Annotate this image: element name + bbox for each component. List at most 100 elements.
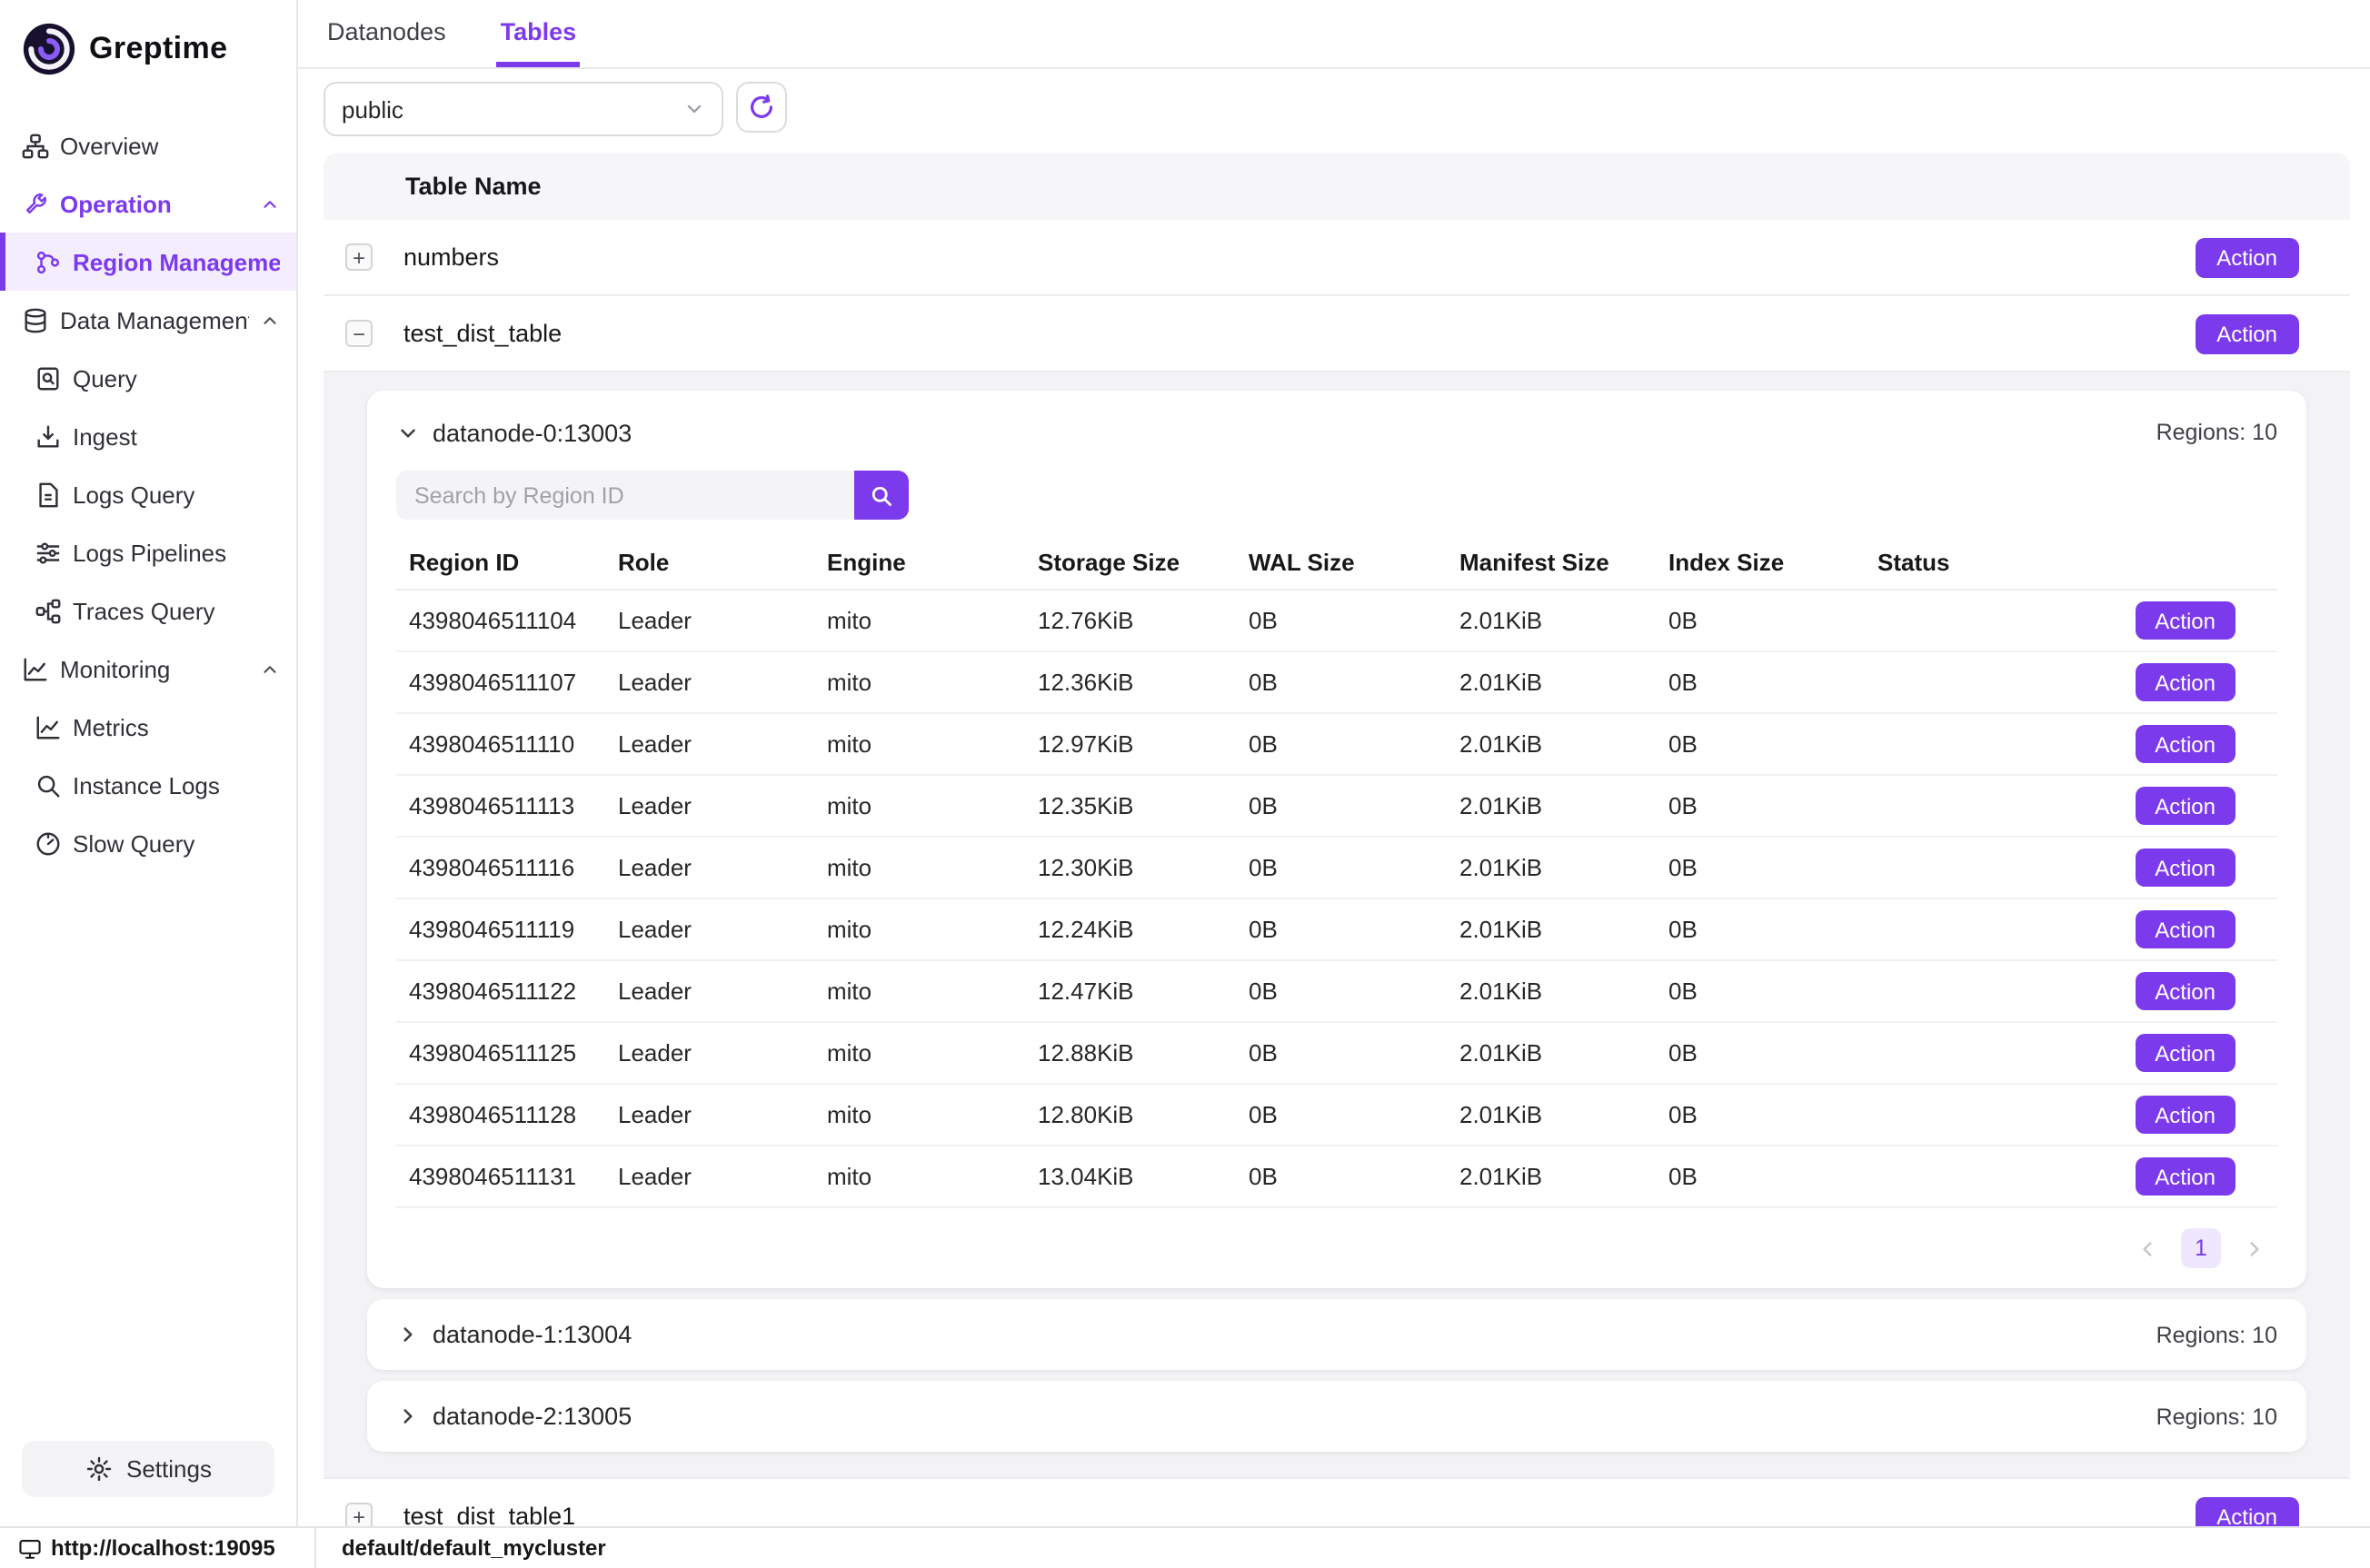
- region-action-button[interactable]: Action: [2135, 663, 2236, 701]
- region-action-button[interactable]: Action: [2135, 972, 2236, 1010]
- role-cell: Leader: [618, 607, 827, 634]
- sidebar-item-region-management[interactable]: Region Management: [0, 233, 296, 291]
- datanode-name: datanode-2:13005: [433, 1403, 632, 1430]
- datanode-name: datanode-1:13004: [433, 1321, 632, 1348]
- storage-size-cell: 12.35KiB: [1038, 792, 1249, 819]
- storage-size-cell: 12.24KiB: [1038, 916, 1249, 943]
- pagination: 1: [396, 1208, 2277, 1288]
- refresh-button[interactable]: [736, 82, 787, 133]
- table-row: + numbers Action: [324, 220, 2350, 296]
- sidebar-item-query[interactable]: Query: [0, 349, 296, 407]
- sidebar-item-instance-logs[interactable]: Instance Logs: [0, 756, 296, 814]
- chevron-right-icon: [396, 1323, 420, 1346]
- manifest-size-cell: 2.01KiB: [1459, 854, 1668, 881]
- sidebar-item-operation[interactable]: Operation: [0, 174, 296, 233]
- pagination-page-1[interactable]: 1: [2181, 1228, 2221, 1268]
- settings-button[interactable]: Settings: [22, 1441, 274, 1497]
- database-select[interactable]: public: [324, 82, 723, 136]
- region-column-header: Region ID: [409, 548, 618, 575]
- region-action-button[interactable]: Action: [2135, 601, 2236, 640]
- region-search-input[interactable]: [396, 471, 854, 520]
- chevron-down-icon: [683, 98, 705, 120]
- role-cell: Leader: [618, 978, 827, 1005]
- datanode-section-2[interactable]: datanode-2:13005 Regions: 10: [367, 1381, 2306, 1452]
- region-action-button[interactable]: Action: [2135, 910, 2236, 948]
- expand-button[interactable]: +: [345, 1503, 373, 1526]
- manifest-size-cell: 2.01KiB: [1459, 1039, 1668, 1067]
- tab-datanodes[interactable]: Datanodes: [324, 0, 450, 67]
- sidebar-item-slow-query[interactable]: Slow Query: [0, 814, 296, 872]
- role-cell: Leader: [618, 916, 827, 943]
- role-cell: Leader: [618, 1101, 827, 1128]
- index-size-cell: 0B: [1668, 730, 1877, 758]
- index-size-cell: 0B: [1668, 1101, 1877, 1128]
- sliders-icon: [33, 538, 62, 567]
- sidebar-item-metrics[interactable]: Metrics: [0, 698, 296, 756]
- datanode-section-1[interactable]: datanode-1:13004 Regions: 10: [367, 1299, 2306, 1370]
- storage-size-cell: 12.36KiB: [1038, 669, 1249, 696]
- sidebar-item-data-management[interactable]: Data Management: [0, 291, 296, 349]
- region-id-cell: 4398046511116: [409, 854, 618, 881]
- region-column-header: Manifest Size: [1459, 548, 1668, 575]
- sidebar-item-logs-query[interactable]: Logs Query: [0, 465, 296, 523]
- sidebar-item-monitoring[interactable]: Monitoring: [0, 640, 296, 698]
- regions-count: Regions: 10: [2156, 420, 2277, 445]
- region-action-button[interactable]: Action: [2135, 1096, 2236, 1134]
- database-icon: [20, 305, 49, 334]
- sidebar-item-label: Traces Query: [73, 597, 280, 624]
- chevron-up-icon: [260, 659, 280, 679]
- table-action-button[interactable]: Action: [2195, 313, 2299, 353]
- wal-size-cell: 0B: [1249, 916, 1459, 943]
- chevron-up-icon: [260, 310, 280, 330]
- datanode-header[interactable]: datanode-0:13003 Regions: 10: [396, 400, 2277, 465]
- statusbar-cluster: default/default_mycluster: [316, 1528, 606, 1568]
- pagination-prev-icon[interactable]: [2136, 1236, 2159, 1260]
- pagination-next-icon[interactable]: [2243, 1236, 2266, 1260]
- expanded-region-panel: datanode-0:13003 Regions: 10: [324, 372, 2350, 1479]
- region-action-button[interactable]: Action: [2135, 787, 2236, 825]
- role-cell: Leader: [618, 669, 827, 696]
- region-row: 4398046511110 Leader mito 12.97KiB 0B 2.…: [396, 714, 2277, 776]
- region-action-button[interactable]: Action: [2135, 1157, 2236, 1196]
- collapse-button[interactable]: −: [345, 320, 373, 347]
- manifest-size-cell: 2.01KiB: [1459, 607, 1668, 634]
- region-search: [396, 471, 2277, 520]
- manifest-size-cell: 2.01KiB: [1459, 916, 1668, 943]
- regions-count: Regions: 10: [2156, 1404, 2277, 1429]
- region-action-button[interactable]: Action: [2135, 849, 2236, 887]
- engine-cell: mito: [827, 730, 1038, 758]
- storage-size-cell: 12.88KiB: [1038, 1039, 1249, 1067]
- sidebar-item-ingest[interactable]: Ingest: [0, 407, 296, 465]
- manifest-size-cell: 2.01KiB: [1459, 669, 1668, 696]
- datanode-name: datanode-0:13003: [433, 419, 632, 446]
- wrench-icon: [20, 189, 49, 218]
- table-action-button[interactable]: Action: [2195, 1496, 2299, 1526]
- sidebar-item-overview[interactable]: Overview: [0, 116, 296, 174]
- search-button[interactable]: [854, 471, 909, 520]
- table-action-button[interactable]: Action: [2195, 237, 2299, 277]
- storage-size-cell: 13.04KiB: [1038, 1163, 1249, 1190]
- region-row: 4398046511113 Leader mito 12.35KiB 0B 2.…: [396, 776, 2277, 838]
- greptime-logo[interactable]: Greptime: [0, 0, 296, 105]
- sidebar-item-label: Slow Query: [73, 829, 280, 857]
- sidebar-item-logs-pipelines[interactable]: Logs Pipelines: [0, 523, 296, 581]
- refresh-icon: [747, 93, 776, 122]
- manifest-size-cell: 2.01KiB: [1459, 1101, 1668, 1128]
- sidebar-item-traces-query[interactable]: Traces Query: [0, 581, 296, 640]
- ingest-icon: [33, 422, 62, 451]
- region-action-button[interactable]: Action: [2135, 725, 2236, 763]
- region-action-button[interactable]: Action: [2135, 1034, 2236, 1072]
- magnifier-icon: [33, 770, 62, 799]
- statusbar: http://localhost:19095 default/default_m…: [0, 1526, 2370, 1568]
- region-column-header: Role: [618, 548, 827, 575]
- tab-tables[interactable]: Tables: [497, 0, 581, 67]
- engine-cell: mito: [827, 854, 1038, 881]
- region-column-header: Engine: [827, 548, 1038, 575]
- storage-size-cell: 12.30KiB: [1038, 854, 1249, 881]
- sidebar-item-label: Query: [73, 364, 280, 392]
- database-select-value: public: [342, 95, 683, 123]
- toolbar: public: [324, 82, 2350, 136]
- expand-button[interactable]: +: [345, 243, 373, 271]
- statusbar-cluster-value: default/default_mycluster: [342, 1535, 606, 1561]
- chevron-down-icon: [396, 421, 420, 444]
